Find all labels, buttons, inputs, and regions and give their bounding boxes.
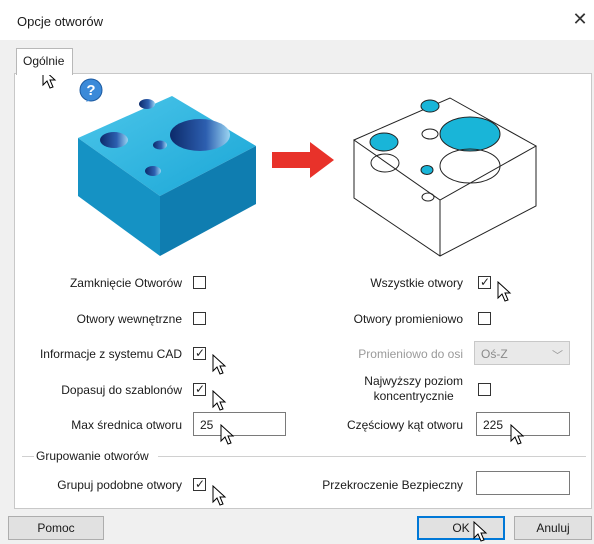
mouse-cursor-icon	[212, 485, 227, 506]
radial-axis-select[interactable]: Oś-Z ﹀	[474, 341, 570, 365]
tab-general-label: Ogólnie	[23, 54, 65, 68]
mouse-cursor-icon	[212, 390, 227, 411]
mouse-cursor-icon	[212, 354, 227, 375]
top-level-label-line1: Najwyższy poziom	[364, 374, 463, 388]
group-divider-right	[158, 456, 586, 457]
cad-info-checkbox[interactable]: ✓	[193, 346, 206, 360]
wireframe-block-illustration	[352, 97, 538, 257]
safety-exceed-label: Przekroczenie Bezpieczny	[322, 478, 463, 492]
radial-holes-checkbox[interactable]	[478, 312, 491, 325]
solid-block-illustration	[78, 96, 256, 256]
radial-axis-value: Oś-Z	[481, 347, 508, 361]
top-level-label-line2: koncentrycznie	[373, 389, 454, 403]
group-divider-left	[22, 456, 34, 457]
cancel-button[interactable]: Anuluj	[514, 516, 592, 540]
partial-angle-label: Częściowy kąt otworu	[346, 418, 463, 432]
fit-templates-label: Dopasuj do szablonów	[61, 383, 182, 397]
max-diameter-input[interactable]: 25	[193, 412, 286, 436]
max-diameter-label: Max średnica otworu	[71, 418, 182, 432]
safety-exceed-input[interactable]	[476, 471, 570, 495]
window-title: Opcje otworów	[17, 14, 103, 29]
max-diameter-value: 25	[200, 418, 214, 432]
chevron-down-icon: ﹀	[552, 350, 563, 362]
fit-templates-checkbox[interactable]: ✓	[193, 382, 206, 396]
close-holes-checkbox[interactable]	[193, 276, 206, 289]
group-similar-label: Grupuj podobne otwory	[57, 478, 182, 492]
close-holes-label: Zamknięcie Otworów	[69, 276, 182, 290]
right-arrow-icon	[272, 142, 334, 178]
mouse-cursor-icon	[220, 424, 235, 445]
close-icon[interactable]: ✕	[569, 8, 591, 30]
radial-axis-label: Promieniowo do osi	[358, 347, 463, 361]
top-level-checkbox[interactable]	[478, 383, 491, 396]
mouse-cursor-icon	[510, 424, 525, 445]
all-holes-label: Wszystkie otwory	[370, 276, 463, 290]
check-mark-icon: ✓	[195, 382, 206, 396]
cad-info-label: Informacje z systemu CAD	[39, 347, 182, 361]
internal-holes-checkbox[interactable]	[193, 312, 206, 325]
check-mark-icon: ✓	[480, 275, 491, 289]
mouse-cursor-icon	[473, 521, 488, 542]
internal-holes-label: Otwory wewnętrzne	[76, 312, 182, 326]
all-holes-checkbox[interactable]: ✓	[478, 275, 491, 289]
radial-holes-label: Otwory promieniowo	[353, 312, 463, 326]
partial-angle-value: 225	[483, 418, 504, 432]
tab-general[interactable]: Ogólnie	[16, 48, 73, 75]
check-mark-icon: ✓	[195, 477, 206, 491]
group-similar-checkbox[interactable]: ✓	[193, 477, 206, 491]
top-level-label: Najwyższy poziom koncentrycznie	[364, 374, 463, 404]
check-mark-icon: ✓	[195, 346, 206, 360]
help-button[interactable]: Pomoc	[8, 516, 104, 540]
grouping-legend: Grupowanie otworów	[36, 449, 149, 463]
ok-button[interactable]: OK	[417, 516, 505, 540]
mouse-cursor-icon	[497, 281, 512, 302]
